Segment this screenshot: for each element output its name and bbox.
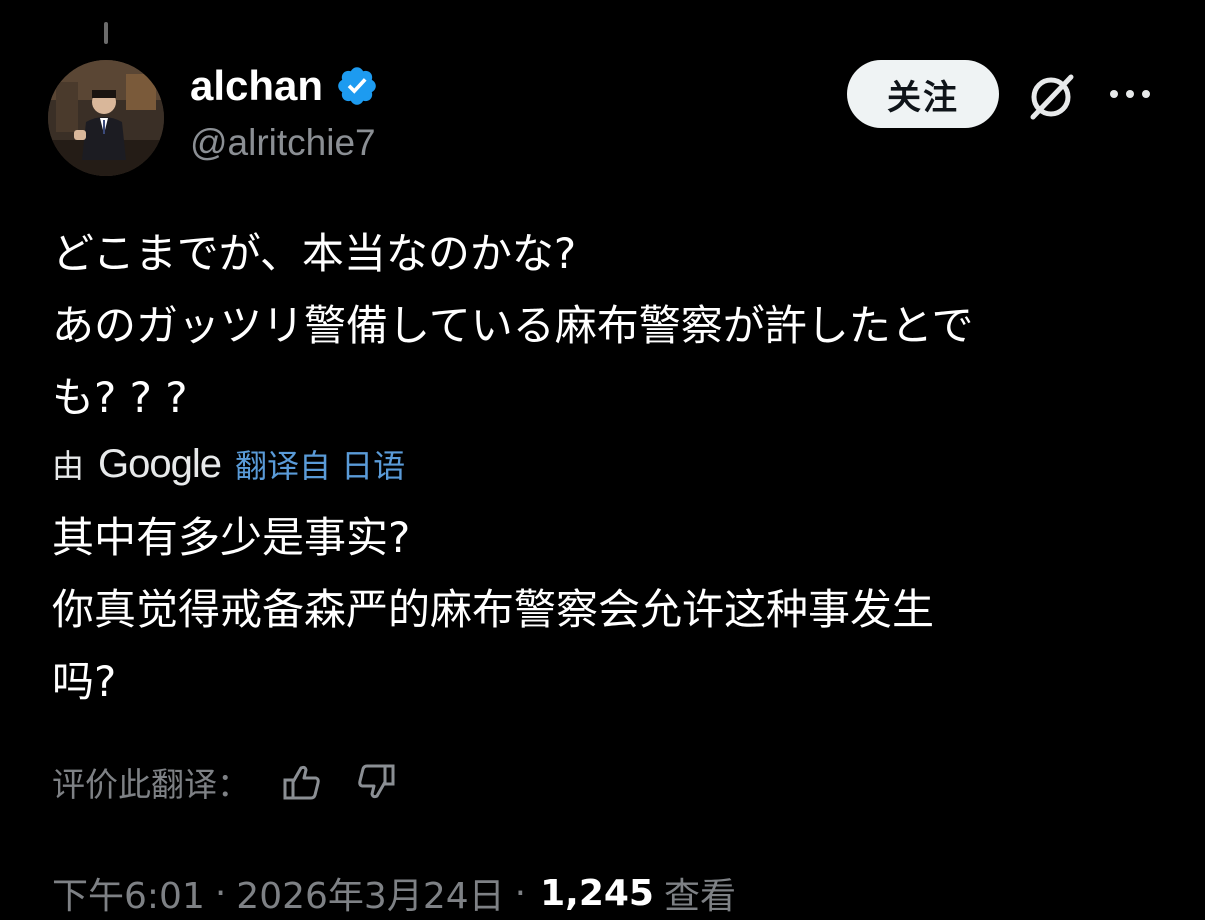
status-bar-fragment [104,22,108,44]
translation-source-link[interactable]: 翻译自 日语 [235,441,405,487]
post-body: どこまでが、本当なのかな? あのガッツリ警備している麻布警察が許したとで も? … [52,218,1162,434]
translation-prefix: 由 [52,447,85,485]
follow-button[interactable]: 关注 [847,60,999,128]
post-meta: 下午6:01 · 2026年3月24日 · 1,245 查看 [52,866,736,920]
thumbs-up-icon[interactable] [280,760,324,804]
user-handle[interactable]: @alritchie7 [190,122,376,164]
translated-line: 吗? [52,657,117,706]
view-label: 查看 [663,876,736,917]
translated-body: 其中有多少是事实? 你真觉得戒备森严的麻布警察会允许这种事发生 吗? [52,502,1162,718]
post-time[interactable]: 下午6:01 [52,867,205,919]
translated-line: 你真觉得戒备森严的麻布警察会允许这种事发生 [52,585,935,634]
display-name[interactable]: alchan [190,62,379,110]
google-logo: Google [98,441,222,486]
grok-icon[interactable] [1024,68,1080,124]
translation-attribution: 由 Google 翻译自 日语 [52,436,405,492]
more-horizontal-icon[interactable] [1108,82,1152,106]
post-line: どこまでが、本当なのかな? [52,229,577,278]
verified-badge-icon[interactable] [335,64,379,108]
avatar[interactable] [48,60,164,176]
rate-translation-label: 评价此翻译： [52,765,250,804]
meta-separator: · [214,872,227,914]
rate-translation-row: 评价此翻译： [52,756,428,808]
post-line: あのガッツリ警備している麻布警察が許したとで [52,301,974,350]
view-count: 1,245 [540,872,654,914]
post-line: も? ? ? [52,373,188,422]
avatar-photo [48,60,164,176]
meta-separator: · [514,872,527,914]
translated-line: 其中有多少是事实? [52,513,411,562]
post-date[interactable]: 2026年3月24日 [236,867,504,919]
thumbs-down-icon[interactable] [354,760,398,804]
display-name-text[interactable]: alchan [190,62,323,110]
